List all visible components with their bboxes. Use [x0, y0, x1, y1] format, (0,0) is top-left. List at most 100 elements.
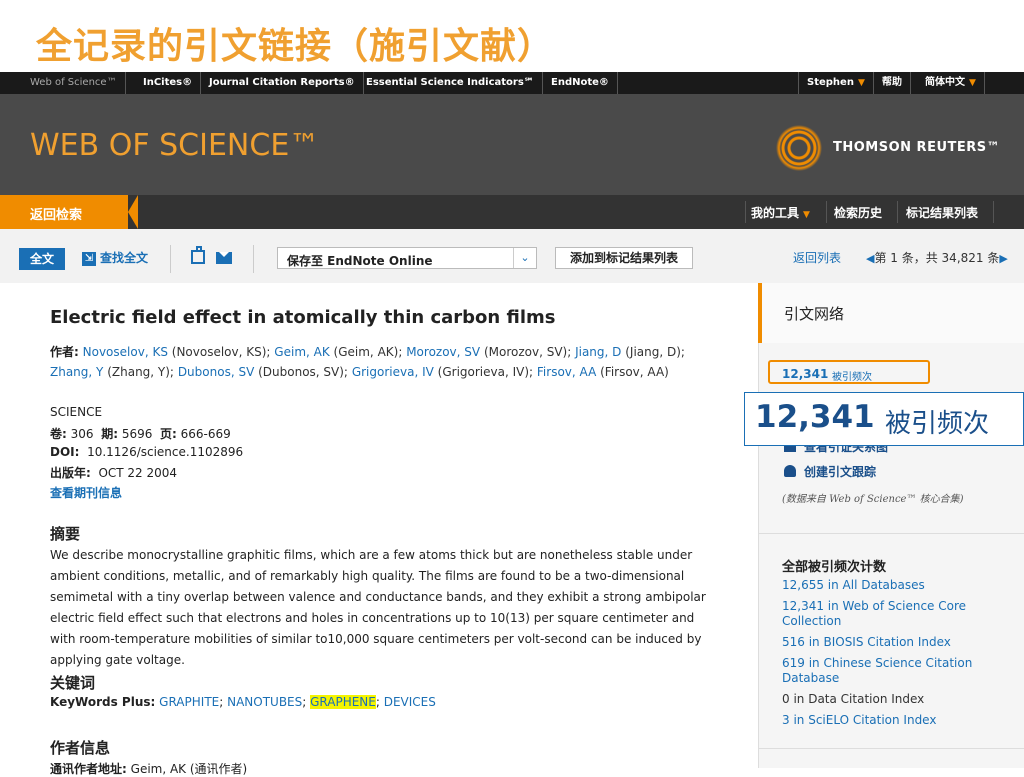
- my-tools-menu[interactable]: 我的工具 ▼: [751, 204, 810, 221]
- search-history-link[interactable]: 检索历史: [834, 204, 882, 221]
- nav-incites[interactable]: InCites®: [135, 72, 202, 94]
- author-full-name: (Jiang, D);: [625, 345, 685, 359]
- count-cscd[interactable]: 619 in Chinese Science Citation Database: [782, 656, 982, 686]
- divider: [897, 201, 898, 223]
- my-tools-label: 我的工具: [751, 206, 800, 220]
- chevron-down-icon: ▼: [969, 78, 976, 88]
- author-full-name: (Geim, AK);: [333, 345, 403, 359]
- chevron-down-icon[interactable]: ⌄: [513, 248, 536, 268]
- reprint-label: 通讯作者地址:: [50, 762, 127, 776]
- email-icon[interactable]: [216, 252, 232, 264]
- divider: [253, 245, 254, 273]
- abstract-text: We describe monocrystalline graphitic fi…: [50, 548, 706, 667]
- author-full-name: (Morozov, SV);: [483, 345, 572, 359]
- divider: [170, 245, 171, 273]
- abstract-heading: 摘要: [50, 525, 81, 543]
- back-to-search-label: 返回检索: [30, 208, 83, 223]
- divider: [745, 201, 746, 223]
- author-link[interactable]: Jiang, D: [575, 345, 621, 359]
- next-record-icon[interactable]: ▶: [999, 252, 1007, 265]
- bell-icon: [784, 465, 796, 477]
- thomson-reuters-logo-icon: [775, 124, 823, 172]
- pubdate-label: 出版年:: [50, 466, 91, 480]
- chevron-down-icon: ▼: [857, 78, 865, 88]
- keyword-link[interactable]: NANOTUBES: [227, 695, 302, 709]
- thomson-reuters-wordmark: THOMSON REUTERS™: [833, 140, 1001, 155]
- find-full-text-label: 查找全文: [100, 251, 149, 265]
- journal-name: SCIENCE: [50, 405, 103, 419]
- count-biosis[interactable]: 516 in BIOSIS Citation Index: [782, 635, 982, 650]
- sub-navigation: 返回检索 我的工具 ▼ 检索历史 标记结果列表: [0, 195, 1024, 229]
- web-of-science-logo[interactable]: WEB OF SCIENCE™: [30, 128, 319, 163]
- add-to-marked-list-button[interactable]: 添加到标记结果列表: [555, 247, 693, 269]
- pager-text: 第 1 条，共 34,821 条: [874, 251, 1000, 265]
- author-link[interactable]: Grigorieva, IV: [352, 365, 434, 379]
- user-name: Stephen: [807, 77, 854, 88]
- author-full-name: (Dubonos, SV);: [258, 365, 348, 379]
- author-full-name: (Firsov, AA): [600, 365, 669, 379]
- author-list: 作者: Novoselov, KS (Novoselov, KS); Geim,…: [50, 342, 720, 382]
- pages-value: 666-669: [180, 427, 231, 441]
- author-link[interactable]: Zhang, Y: [50, 365, 103, 379]
- nav-jcr[interactable]: Journal Citation Reports®: [201, 72, 364, 94]
- find-full-text-icon: ⇲: [82, 251, 96, 266]
- divider: [758, 533, 1024, 534]
- doi-value: 10.1126/science.1102896: [87, 445, 244, 459]
- find-full-text-link[interactable]: ⇲ 查找全文: [82, 249, 148, 266]
- top-navigation: Web of Science™ InCites® Journal Citatio…: [0, 72, 1024, 94]
- keyword-link[interactable]: GRAPHITE: [159, 695, 219, 709]
- times-cited-link[interactable]: 12,341 被引频次: [768, 360, 930, 384]
- citation-network-title: 引文网络: [784, 305, 845, 323]
- nav-endnote[interactable]: EndNote®: [543, 72, 618, 94]
- callout-label: 被引频次: [885, 409, 990, 439]
- volume-value: 306: [70, 427, 94, 441]
- journal-info-link[interactable]: 查看期刊信息: [50, 484, 122, 501]
- doi: DOI: 10.1126/science.1102896: [50, 445, 243, 459]
- author-link[interactable]: Firsov, AA: [537, 365, 596, 379]
- marked-list-link[interactable]: 标记结果列表: [906, 204, 978, 221]
- times-cited-callout: 12,341 被引频次: [744, 392, 1024, 446]
- count-all-databases[interactable]: 12,655 in All Databases: [782, 578, 982, 593]
- author-full-name: (Zhang, Y);: [107, 365, 174, 379]
- record-toolbar: 全文 ⇲ 查找全文 保存至 EndNote Online ⌄ 添加到标记结果列表 …: [0, 229, 1024, 283]
- article-title: Electric field effect in atomically thin…: [50, 307, 556, 328]
- reprint-value: Geim, AK (通讯作者): [130, 762, 248, 776]
- keywords-line: KeyWords Plus: GRAPHITE; NANOTUBES; GRAP…: [50, 695, 436, 709]
- keywords-label: KeyWords Plus:: [50, 695, 156, 709]
- count-wos-core[interactable]: 12,341 in Web of Science Core Collection: [782, 599, 982, 629]
- save-to-value: 保存至 EndNote Online: [287, 254, 433, 268]
- callout-count: 12,341: [755, 399, 875, 435]
- author-link[interactable]: Novoselov, KS: [83, 345, 168, 359]
- print-icon[interactable]: [191, 246, 205, 264]
- return-to-list-link[interactable]: 返回列表: [793, 249, 841, 266]
- help-link[interactable]: 帮助: [874, 72, 911, 94]
- count-scielo[interactable]: 3 in SciELO Citation Index: [782, 713, 982, 728]
- author-link[interactable]: Dubonos, SV: [178, 365, 254, 379]
- authors-label: 作者:: [50, 345, 79, 359]
- author-link[interactable]: Morozov, SV: [406, 345, 480, 359]
- slide-title: 全记录的引文链接（施引文献）: [36, 25, 555, 67]
- tab-notch: [128, 195, 138, 229]
- nav-esi[interactable]: Essential Science Indicators℠: [358, 72, 543, 94]
- count-data-citation: 0 in Data Citation Index: [782, 692, 925, 706]
- doi-label: DOI:: [50, 445, 80, 459]
- back-to-search-button[interactable]: 返回检索: [0, 195, 138, 229]
- full-text-button[interactable]: 全文: [19, 248, 65, 270]
- user-menu[interactable]: Stephen ▼: [798, 72, 874, 94]
- keyword-link[interactable]: DEVICES: [384, 695, 436, 709]
- keyword-link-highlighted[interactable]: GRAPHENE: [310, 695, 376, 709]
- volume-label: 卷:: [50, 427, 67, 441]
- save-to-select[interactable]: 保存至 EndNote Online ⌄: [277, 247, 537, 269]
- keywords-heading: 关键词: [50, 674, 96, 692]
- language-menu[interactable]: 简体中文 ▼: [917, 72, 985, 94]
- create-citation-alert-link[interactable]: 创建引文跟踪: [784, 463, 876, 480]
- divider: [826, 201, 827, 223]
- banner: WEB OF SCIENCE™ THOMSON REUTERS™: [0, 94, 1024, 195]
- times-cited-count: 12,341: [782, 367, 829, 381]
- language-label: 简体中文: [925, 77, 965, 88]
- issue-value: 5696: [121, 427, 153, 441]
- issue-label: 期:: [101, 427, 118, 441]
- nav-web-of-science[interactable]: Web of Science™: [22, 72, 126, 94]
- publication-date: 出版年: OCT 22 2004: [50, 464, 177, 481]
- author-link[interactable]: Geim, AK: [274, 345, 329, 359]
